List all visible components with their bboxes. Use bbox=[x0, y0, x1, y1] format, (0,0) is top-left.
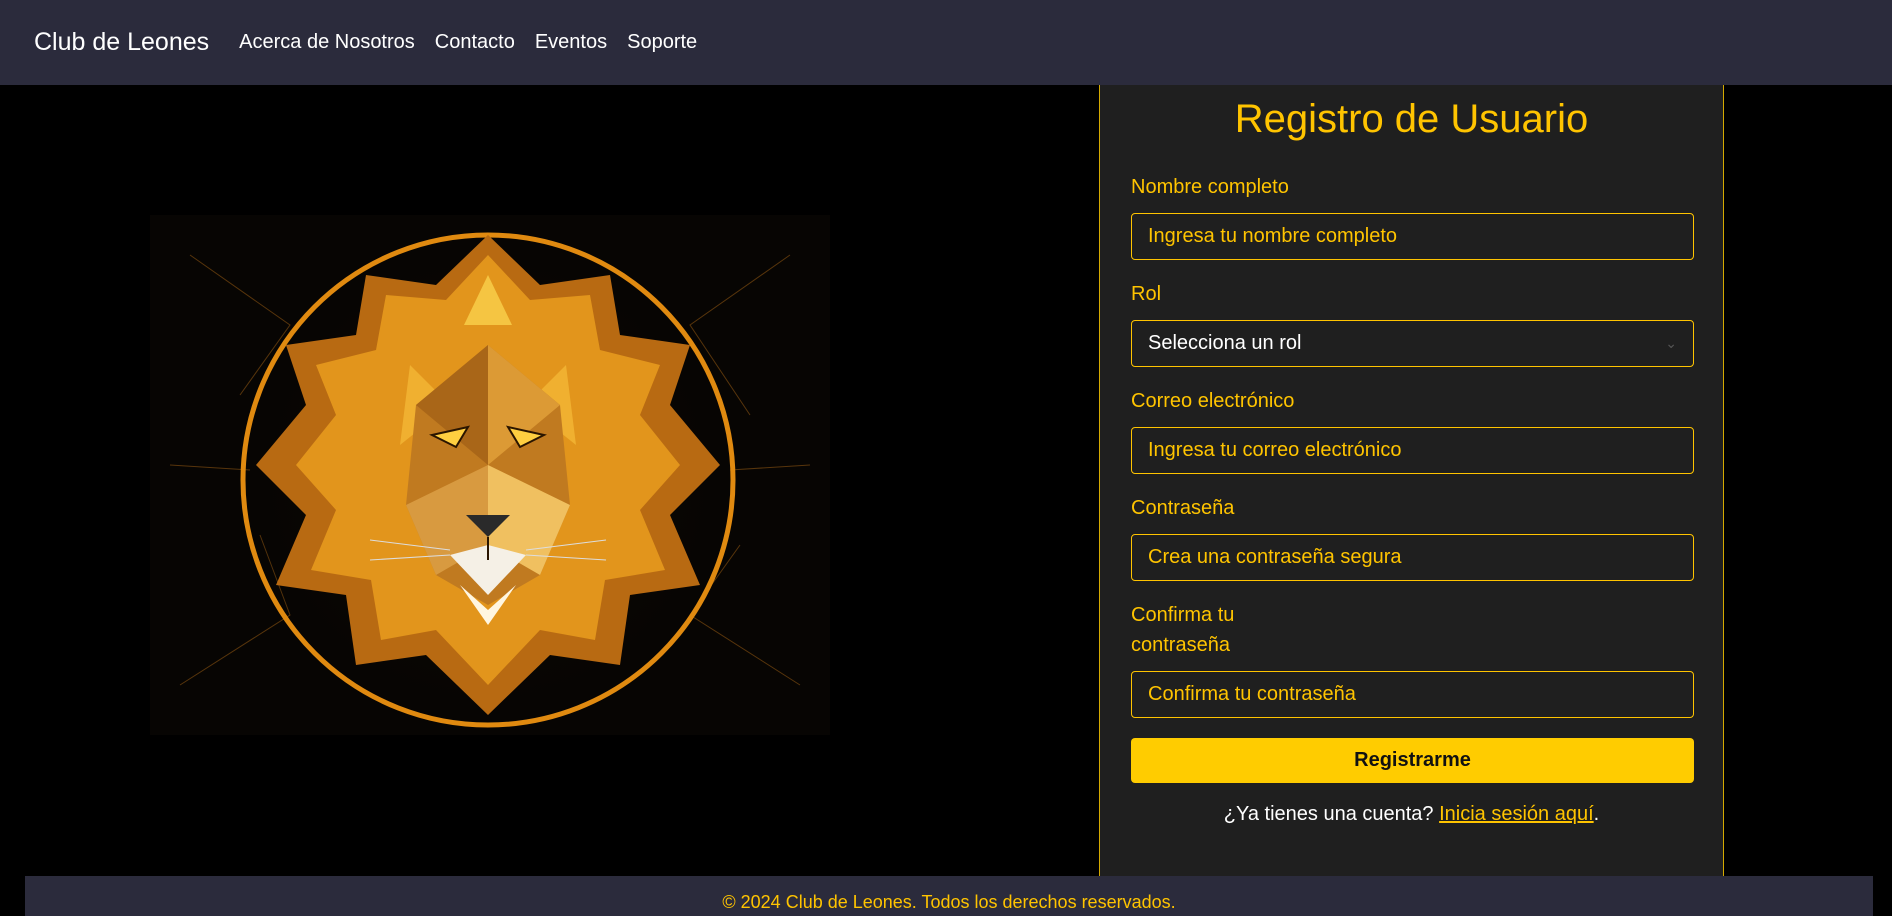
nav-link-support[interactable]: Soporte bbox=[627, 31, 697, 54]
register-button[interactable]: Registrarme bbox=[1131, 738, 1694, 783]
navbar: Club de Leones Acerca de Nosotros Contac… bbox=[0, 0, 1892, 85]
login-link[interactable]: Inicia sesión aquí bbox=[1439, 803, 1594, 825]
name-label: Nombre completo bbox=[1131, 176, 1289, 198]
login-prompt-suffix: . bbox=[1593, 803, 1600, 825]
role-label: Rol bbox=[1131, 283, 1162, 305]
confirm-password-label-line2: contraseña bbox=[1131, 634, 1230, 656]
password-label: Contraseña bbox=[1131, 497, 1235, 519]
login-prompt-text: ¿Ya tienes una cuenta? bbox=[1223, 803, 1440, 825]
password-input[interactable] bbox=[1131, 534, 1694, 581]
lion-icon bbox=[150, 215, 830, 740]
role-select[interactable]: Selecciona un rol ⌄ bbox=[1131, 320, 1694, 367]
chevron-down-icon: ⌄ bbox=[1665, 335, 1677, 351]
footer: © 2024 Club de Leones. Todos los derecho… bbox=[25, 876, 1873, 916]
confirm-password-input[interactable] bbox=[1131, 671, 1694, 718]
nav-link-about[interactable]: Acerca de Nosotros bbox=[239, 31, 415, 54]
form-title: Registro de Usuario bbox=[1234, 97, 1589, 141]
email-label: Correo electrónico bbox=[1131, 390, 1295, 412]
registration-panel: Registro de Usuario Nombre completo Rol … bbox=[1099, 85, 1724, 885]
login-prompt: ¿Ya tienes una cuenta? Inicia sesión aqu… bbox=[1100, 803, 1723, 826]
hero-section bbox=[0, 85, 1100, 875]
role-select-value: Selecciona un rol bbox=[1148, 332, 1302, 354]
confirm-password-label-line1: Confirma tu bbox=[1131, 604, 1235, 626]
name-input[interactable] bbox=[1131, 213, 1694, 260]
nav-link-events[interactable]: Eventos bbox=[535, 31, 607, 54]
brand-link[interactable]: Club de Leones bbox=[34, 28, 209, 57]
email-input[interactable] bbox=[1131, 427, 1694, 474]
nav-link-contact[interactable]: Contacto bbox=[435, 31, 515, 54]
